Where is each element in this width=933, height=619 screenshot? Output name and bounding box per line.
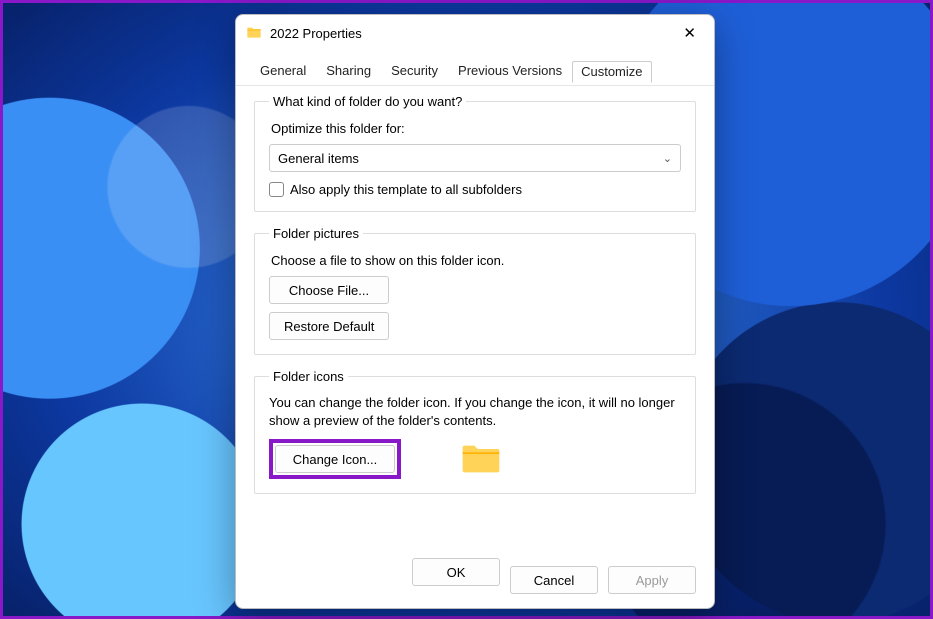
apply-button[interactable]: Apply <box>608 566 696 594</box>
folder-icons-desc: You can change the folder icon. If you c… <box>269 394 681 429</box>
group-folder-kind-legend: What kind of folder do you want? <box>269 94 466 109</box>
cancel-button[interactable]: Cancel <box>510 566 598 594</box>
chevron-down-icon: ⌄ <box>663 152 672 165</box>
close-icon[interactable]: ✕ <box>675 20 704 46</box>
folder-pictures-desc: Choose a file to show on this folder ico… <box>271 253 681 268</box>
customize-pane: What kind of folder do you want? Optimiz… <box>236 86 714 546</box>
optimize-selected-value: General items <box>278 151 359 166</box>
dialog-footer: OK Cancel Apply <box>236 546 714 608</box>
choose-file-button[interactable]: Choose File... <box>269 276 389 304</box>
tab-general[interactable]: General <box>250 57 316 85</box>
group-folder-kind: What kind of folder do you want? Optimiz… <box>254 94 696 212</box>
change-icon-highlight: Change Icon... <box>269 439 401 479</box>
apply-subfolders-checkbox[interactable] <box>269 182 284 197</box>
group-folder-pictures-legend: Folder pictures <box>269 226 363 241</box>
optimize-label: Optimize this folder for: <box>271 121 681 136</box>
tab-sharing[interactable]: Sharing <box>316 57 381 85</box>
tab-previous-versions[interactable]: Previous Versions <box>448 57 572 85</box>
change-icon-button[interactable]: Change Icon... <box>275 445 395 473</box>
tab-strip: General Sharing Security Previous Versio… <box>236 51 714 86</box>
ok-button[interactable]: OK <box>412 558 500 586</box>
optimize-dropdown[interactable]: General items ⌄ <box>269 144 681 172</box>
apply-subfolders-row[interactable]: Also apply this template to all subfolde… <box>269 182 681 197</box>
apply-subfolders-label: Also apply this template to all subfolde… <box>290 182 522 197</box>
properties-dialog: 2022 Properties ✕ General Sharing Securi… <box>235 14 715 609</box>
window-title: 2022 Properties <box>270 26 675 41</box>
folder-icon <box>246 25 262 41</box>
tab-security[interactable]: Security <box>381 57 448 85</box>
restore-default-button[interactable]: Restore Default <box>269 312 389 340</box>
titlebar: 2022 Properties ✕ <box>236 15 714 51</box>
tab-customize[interactable]: Customize <box>572 61 651 83</box>
group-folder-icons: Folder icons You can change the folder i… <box>254 369 696 494</box>
folder-preview-icon <box>461 442 501 476</box>
group-folder-pictures: Folder pictures Choose a file to show on… <box>254 226 696 355</box>
group-folder-icons-legend: Folder icons <box>269 369 348 384</box>
